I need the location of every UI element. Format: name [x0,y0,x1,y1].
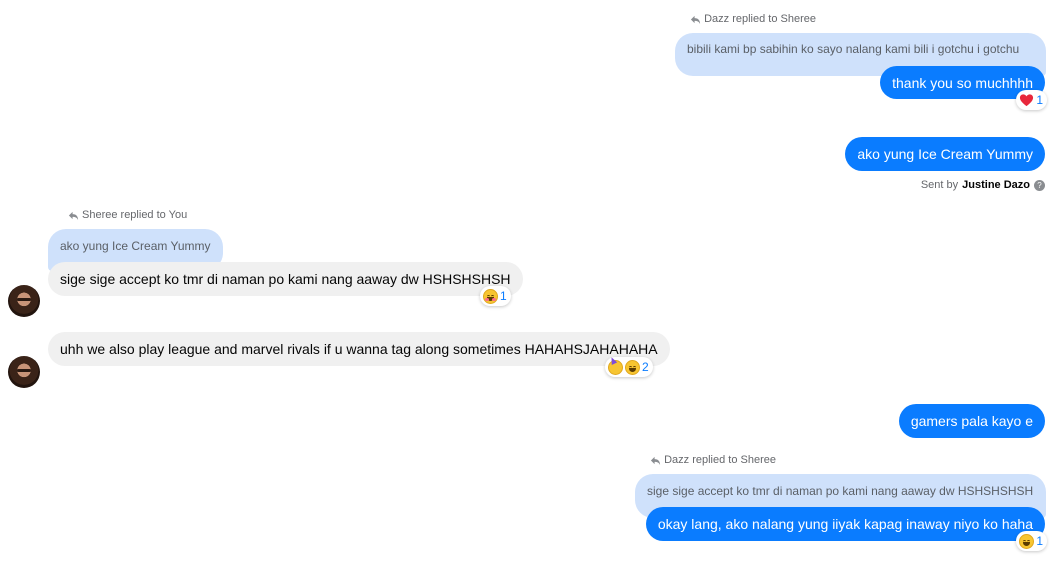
heart-icon [1020,93,1034,106]
sent-by-status: Sent by Justine Dazo ? [921,179,1045,191]
message-text: ako yung Ice Cream Yummy [857,146,1033,162]
quoted-text: bibili kami bp sabihin ko sayo nalang ka… [687,42,1020,56]
reply-label-text: Sheree replied to You [82,209,188,221]
avatar[interactable] [8,285,40,317]
partying-face-icon [608,355,623,375]
reply-label: Sheree replied to You [68,209,187,221]
message-text: okay lang, ako nalang yung iiyak kapag i… [657,516,1033,532]
sender-name: Justine Dazo [962,179,1030,191]
reaction-badge[interactable]: 1 [480,286,511,306]
reply-arrow-icon [691,15,701,24]
message-bubble[interactable]: ako yung Ice Cream Yummy [845,137,1045,171]
grinning-squinting-face-icon [1019,533,1035,549]
grinning-squinting-face-icon [625,359,640,375]
reply-label-text: Dazz replied to Sheree [704,13,816,25]
reaction-count: 1 [1036,93,1043,107]
reply-label-text: Dazz replied to Sheree [664,454,776,466]
message-bubble[interactable]: okay lang, ako nalang yung iiyak kapag i… [645,507,1045,541]
reaction-badge[interactable]: 2 [605,355,653,377]
smiling-face-with-hearts-icon [483,288,498,304]
reaction-badge[interactable]: 1 [1016,90,1047,110]
message-bubble[interactable]: sige sige accept ko tmr di naman po kami… [48,262,523,296]
reply-label: Dazz replied to Sheree [690,13,816,25]
quoted-text: ako yung Ice Cream Yummy [60,239,211,253]
message-text: thank you so muchhhh [892,74,1033,91]
avatar[interactable] [8,356,40,388]
message-bubble[interactable]: uhh we also play league and marvel rival… [48,332,670,366]
reply-arrow-icon [68,211,79,220]
reaction-badge[interactable]: 1 [1016,531,1047,551]
message-text: uhh we also play league and marvel rival… [60,341,658,357]
reaction-count: 2 [642,360,649,374]
message-bubble[interactable]: gamers pala kayo e [898,404,1045,438]
message-text: sige sige accept ko tmr di naman po kami… [60,271,511,287]
info-icon[interactable]: ? [1034,179,1045,191]
reaction-count: 1 [1036,534,1043,548]
reply-label: Dazz replied to Sheree [650,454,776,466]
quoted-text: sige sige accept ko tmr di naman po kami… [647,484,1034,498]
reaction-count: 1 [500,289,507,303]
message-text: gamers pala kayo e [910,413,1033,429]
reply-arrow-icon [651,456,661,465]
sent-by-prefix: Sent by [920,179,959,191]
